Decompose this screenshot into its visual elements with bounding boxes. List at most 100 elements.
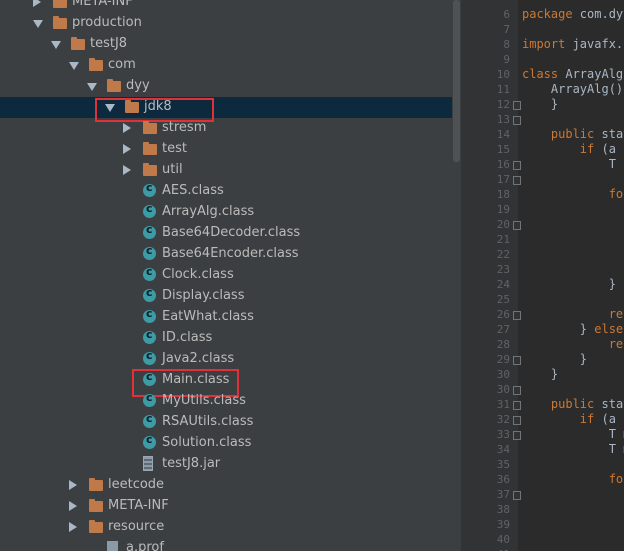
tree-item-resource[interactable]: resource bbox=[0, 517, 452, 538]
tree-item-label: util bbox=[162, 162, 183, 177]
tree-scrollbar-thumb[interactable] bbox=[453, 0, 460, 162]
line-number: 16 bbox=[496, 158, 510, 171]
code-line: if (a ! bbox=[579, 412, 624, 426]
line-number: 24 bbox=[496, 278, 510, 291]
class-file-icon bbox=[143, 223, 156, 239]
tree-item-eatwhat-class[interactable]: EatWhat.class bbox=[0, 307, 452, 328]
line-number: 9 bbox=[503, 53, 510, 66]
fold-marker-icon[interactable] bbox=[513, 311, 521, 320]
class-file-icon bbox=[143, 307, 156, 323]
tree-item-label: EatWhat.class bbox=[162, 309, 254, 324]
fold-marker-icon[interactable] bbox=[513, 176, 521, 185]
line-number: 39 bbox=[496, 518, 510, 531]
tree-item-com[interactable]: com bbox=[0, 55, 452, 76]
tree-item-label: com bbox=[108, 57, 136, 72]
tree-item-rsautils-class[interactable]: RSAUtils.class bbox=[0, 412, 452, 433]
tree-item-id-class[interactable]: ID.class bbox=[0, 328, 452, 349]
line-number: 29 bbox=[496, 353, 510, 366]
line-number: 10 bbox=[496, 68, 510, 81]
line-number: 40 bbox=[496, 533, 510, 546]
tree-item-aes-class[interactable]: AES.class bbox=[0, 181, 452, 202]
tree-item-label: Display.class bbox=[162, 288, 245, 303]
line-number: 12 bbox=[496, 98, 510, 111]
tree-item-display-class[interactable]: Display.class bbox=[0, 286, 452, 307]
tree-item-testj8-jar[interactable]: testJ8.jar bbox=[0, 454, 452, 475]
tree-item-meta-inf[interactable]: META-INF bbox=[0, 0, 452, 13]
tree-item-java2-class[interactable]: Java2.class bbox=[0, 349, 452, 370]
fold-marker-icon[interactable] bbox=[513, 401, 521, 410]
class-file-icon bbox=[143, 181, 156, 197]
tree-item-clock-class[interactable]: Clock.class bbox=[0, 265, 452, 286]
code-line: import javafx.u bbox=[522, 37, 624, 51]
line-number: 7 bbox=[503, 23, 510, 36]
line-number: 31 bbox=[496, 398, 510, 411]
tree-item-testj8[interactable]: testJ8 bbox=[0, 34, 452, 55]
tree-item-myutils-class[interactable]: MyUtils.class bbox=[0, 391, 452, 412]
line-number: 37 bbox=[496, 488, 510, 501]
expand-arrow-right-icon[interactable] bbox=[123, 165, 131, 175]
expand-arrow-right-icon[interactable] bbox=[123, 123, 131, 133]
tree-item-leetcode[interactable]: leetcode bbox=[0, 475, 452, 496]
fold-marker-icon[interactable] bbox=[513, 161, 521, 170]
expand-arrow-right-icon[interactable] bbox=[123, 144, 131, 154]
expand-arrow-right-icon[interactable] bbox=[69, 501, 77, 511]
class-file-icon bbox=[143, 412, 156, 428]
line-number: 11 bbox=[496, 83, 510, 96]
tree-item-base64decoder-class[interactable]: Base64Decoder.class bbox=[0, 223, 452, 244]
project-tree: META-INF production testJ8 com dyy jdk8 stresm… bbox=[0, 0, 452, 551]
code-editor[interactable]: 6 7 8 9 10 11 12 13 14 15 16 17 18 19 20 21 22 23 24 25 26 27… bbox=[461, 0, 624, 551]
tree-item-dyy[interactable]: dyy bbox=[0, 76, 452, 97]
code-line: } else bbox=[522, 322, 624, 336]
fold-marker-icon[interactable] bbox=[513, 431, 521, 440]
class-file-icon bbox=[143, 286, 156, 302]
tree-item-label: Clock.class bbox=[162, 267, 234, 282]
tree-item-jdk8[interactable]: jdk8 bbox=[0, 97, 452, 118]
tree-item-label: Base64Encoder.class bbox=[162, 246, 299, 261]
tree-item-solution-class[interactable]: Solution.class bbox=[0, 433, 452, 454]
expand-arrow-right-icon[interactable] bbox=[33, 0, 41, 7]
fold-marker-icon[interactable] bbox=[513, 386, 521, 395]
tree-item-test[interactable]: test bbox=[0, 139, 452, 160]
code-line: ArrayAlg() bbox=[522, 82, 624, 96]
folder-icon bbox=[89, 478, 103, 491]
tree-item-base64encoder-class[interactable]: Base64Encoder.class bbox=[0, 244, 452, 265]
tree-item-label: resource bbox=[108, 519, 165, 534]
expand-arrow-down-icon[interactable] bbox=[33, 20, 43, 28]
tree-item-label: Solution.class bbox=[162, 435, 252, 450]
code-line: for bbox=[608, 187, 624, 201]
fold-marker-icon[interactable] bbox=[513, 116, 521, 125]
expand-arrow-down-icon[interactable] bbox=[51, 41, 61, 49]
tree-item-label: dyy bbox=[126, 78, 150, 93]
line-number: 35 bbox=[496, 458, 510, 471]
folder-icon bbox=[53, 16, 67, 29]
expand-arrow-down-icon[interactable] bbox=[87, 83, 97, 91]
tree-item-util[interactable]: util bbox=[0, 160, 452, 181]
fold-marker-icon[interactable] bbox=[513, 221, 521, 230]
fold-marker-icon[interactable] bbox=[513, 356, 521, 365]
tree-item-label: ID.class bbox=[162, 330, 213, 345]
fold-marker-icon[interactable] bbox=[513, 101, 521, 110]
tree-item-label: a.prof bbox=[126, 540, 164, 551]
code-line: T s bbox=[522, 157, 624, 171]
tree-item-label: Base64Decoder.class bbox=[162, 225, 301, 240]
expand-arrow-right-icon[interactable] bbox=[69, 480, 77, 490]
tree-item-a-prof[interactable]: a.prof bbox=[0, 538, 452, 551]
tree-item-meta-inf[interactable]: META-INF bbox=[0, 496, 452, 517]
expand-arrow-down-icon[interactable] bbox=[69, 62, 79, 70]
fold-marker-icon[interactable] bbox=[513, 416, 521, 425]
line-number: 30 bbox=[496, 383, 510, 396]
code-line: T m bbox=[522, 442, 624, 456]
tree-item-arrayalg-class[interactable]: ArrayAlg.class bbox=[0, 202, 452, 223]
expand-arrow-right-icon[interactable] bbox=[69, 522, 77, 532]
fold-marker-icon[interactable] bbox=[513, 491, 521, 500]
tree-item-stresm[interactable]: stresm bbox=[0, 118, 452, 139]
tree-item-label: testJ8 bbox=[90, 36, 128, 51]
code-line: class ArrayAlg bbox=[522, 67, 624, 81]
tree-item-production[interactable]: production bbox=[0, 13, 452, 34]
class-file-icon bbox=[143, 202, 156, 218]
tree-item-label: ArrayAlg.class bbox=[162, 204, 255, 219]
line-number: 34 bbox=[496, 443, 510, 456]
code-line: } bbox=[522, 352, 588, 366]
class-file-icon bbox=[143, 265, 156, 281]
tree-item-label: AES.class bbox=[162, 183, 224, 198]
